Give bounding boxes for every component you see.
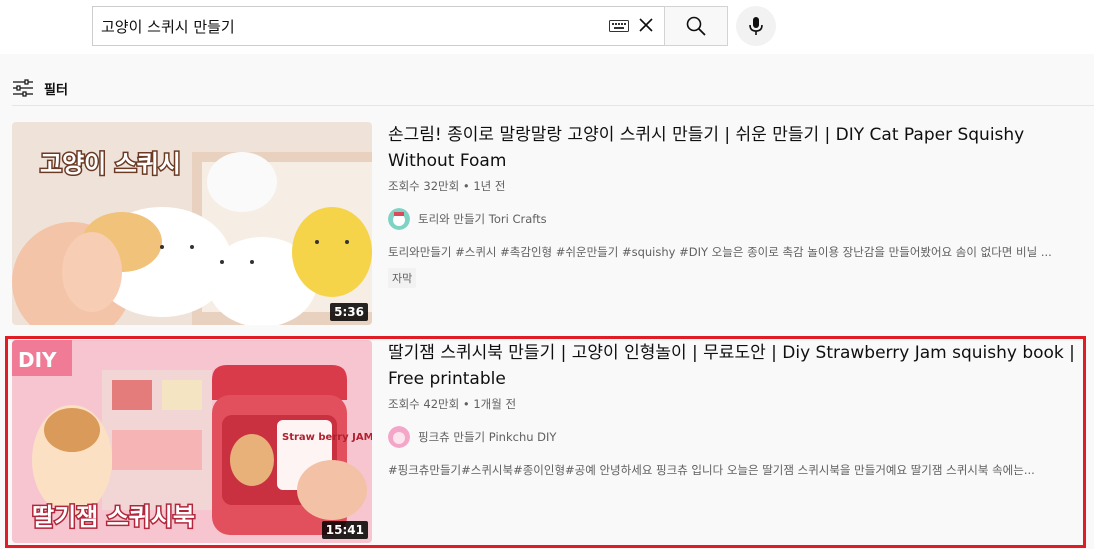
- view-count: 조회수 32만회: [388, 179, 460, 193]
- video-meta: 조회수 32만회 • 1년 전: [388, 178, 1094, 194]
- channel-link[interactable]: 핑크츄 만들기 Pinkchu DIY: [388, 426, 1094, 448]
- thumbnail-tag: DIY: [18, 348, 57, 372]
- thumbnail-text: 딸기잼 스퀴시북: [32, 503, 195, 531]
- search-icon: [686, 16, 706, 36]
- video-info: 손그림! 종이로 말랑말랑 고양이 스퀴시 만들기 | 쉬운 만들기 | DIY…: [388, 122, 1094, 288]
- jar-label: Straw berry JAM: [282, 432, 372, 443]
- upload-age: 1년 전: [473, 179, 506, 193]
- video-description: 토리와만들기 #스퀴시 #촉감인형 #쉬운만들기 #squishy #DIY 오…: [388, 245, 1052, 259]
- video-title[interactable]: 딸기잼 스퀴시북 만들기 | 고양이 인형놀이 | 무료도안 | Diy Str…: [388, 340, 1094, 392]
- video-info: 딸기잼 스퀴시북 만들기 | 고양이 인형놀이 | 무료도안 | Diy Str…: [388, 340, 1094, 478]
- upload-age: 1개월 전: [473, 397, 517, 411]
- thumbnail-image: DIY Straw berry JAM 딸기잼 스퀴시북: [12, 340, 372, 543]
- video-duration: 15:41: [321, 521, 368, 539]
- thumbnail-image: 고양이 스퀴시: [12, 122, 372, 325]
- video-thumbnail[interactable]: 고양이 스퀴시 5:36: [12, 122, 372, 325]
- thumbnail-text: 고양이 스퀴시: [40, 150, 181, 178]
- video-thumbnail[interactable]: DIY Straw berry JAM 딸기잼 스퀴시북 15:41: [12, 340, 372, 543]
- channel-avatar[interactable]: [388, 208, 410, 230]
- microphone-icon: [749, 17, 763, 35]
- search-input[interactable]: [93, 17, 593, 35]
- top-bar: [0, 0, 1094, 54]
- clear-icon[interactable]: [637, 16, 655, 34]
- video-description: #핑크츄만들기#스퀴시북#종이인형#공예 안녕하세요 핑크츄 입니다 오늘은 딸…: [388, 463, 1035, 477]
- keyboard-icon[interactable]: [609, 20, 629, 32]
- video-duration: 5:36: [330, 303, 368, 321]
- meta-separator: •: [462, 179, 474, 193]
- view-count: 조회수 42만회: [388, 397, 460, 411]
- divider: [12, 105, 1094, 106]
- search-box[interactable]: [92, 6, 664, 46]
- filter-button[interactable]: 필터: [12, 76, 68, 100]
- voice-search-button[interactable]: [736, 6, 776, 46]
- channel-name[interactable]: 토리와 만들기 Tori Crafts: [418, 211, 547, 227]
- video-result[interactable]: DIY Straw berry JAM 딸기잼 스퀴시북 15:41 딸기잼 스…: [12, 340, 1094, 544]
- video-meta: 조회수 42만회 • 1개월 전: [388, 396, 1094, 412]
- channel-link[interactable]: 토리와 만들기 Tori Crafts: [388, 208, 1094, 230]
- meta-separator: •: [462, 397, 474, 411]
- video-title[interactable]: 손그림! 종이로 말랑말랑 고양이 스퀴시 만들기 | 쉬운 만들기 | DIY…: [388, 122, 1094, 174]
- search-button[interactable]: [664, 6, 728, 46]
- filter-label: 필터: [44, 82, 68, 98]
- filter-icon: [13, 79, 33, 97]
- channel-name[interactable]: 핑크츄 만들기 Pinkchu DIY: [418, 429, 556, 445]
- subtitles-badge: 자막: [388, 268, 417, 288]
- channel-avatar[interactable]: [388, 426, 410, 448]
- video-result[interactable]: 고양이 스퀴시 5:36 손그림! 종이로 말랑말랑 고양이 스퀴시 만들기 |…: [12, 122, 1094, 326]
